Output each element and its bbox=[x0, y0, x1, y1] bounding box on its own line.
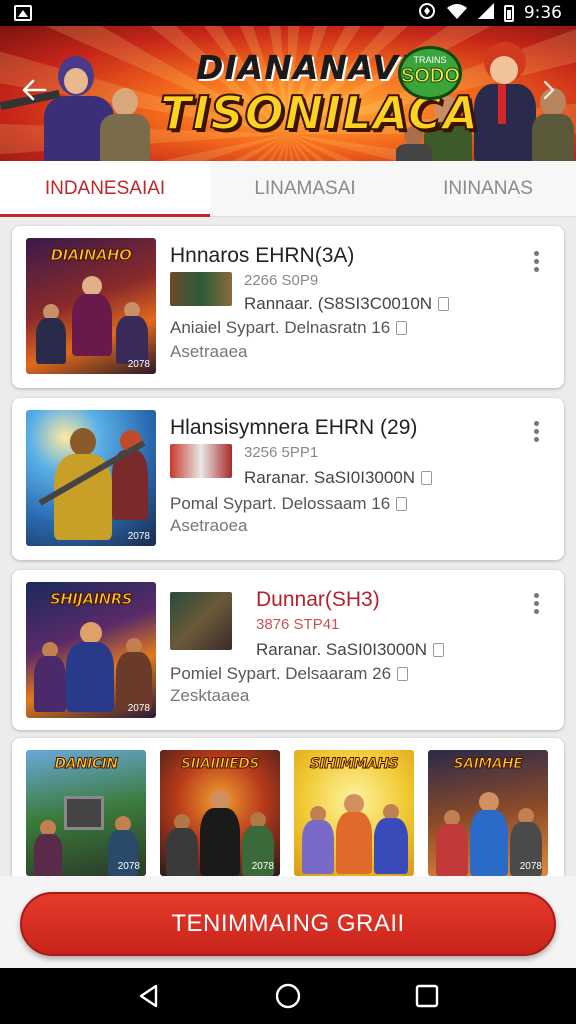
banner-badge-label: TRAINS bbox=[413, 55, 447, 65]
nav-back-button[interactable] bbox=[127, 974, 171, 1018]
mini-thumbnail bbox=[170, 272, 232, 306]
banner-badge: TRAINS SODO bbox=[398, 46, 462, 100]
copy-icon[interactable] bbox=[396, 321, 408, 335]
primary-action-button[interactable]: TENIMMAING GRAII bbox=[20, 892, 556, 956]
category-tabs: INDANESAIAI LINAMASAI ININANAS bbox=[0, 161, 576, 217]
thumbnail-title: DIAINAHO bbox=[50, 246, 132, 265]
tab-1[interactable]: INDANESAIAI bbox=[0, 161, 210, 217]
card-title: Hnnaros EHRN(3A) bbox=[170, 244, 355, 267]
grid-item-title: SAIMAHE bbox=[453, 756, 523, 773]
game-thumbnail: DIAINAHO 2078 bbox=[26, 238, 156, 374]
card-meta-id: Rannaar. (S8SI3C0010N bbox=[244, 294, 450, 314]
status-bar: 9:36 bbox=[0, 0, 576, 26]
grid-item[interactable]: SIHIMMAHS bbox=[294, 750, 414, 876]
card-meta-id: Raranar. SaSI0I3000N bbox=[256, 640, 445, 660]
chevron-right-icon bbox=[543, 80, 555, 100]
list-item[interactable]: 2078 Hlansisymnera EHRN (29) 3256 5PP1 R… bbox=[12, 398, 564, 560]
copy-icon[interactable] bbox=[421, 471, 433, 485]
wifi-icon bbox=[446, 3, 468, 24]
nav-home-icon bbox=[275, 983, 301, 1009]
list-item[interactable]: DIAINAHO 2078 Hnnaros EHRN(3A) 2266 S0P9… bbox=[12, 226, 564, 388]
next-banner-button[interactable] bbox=[534, 70, 564, 110]
header-banner: DIANANAVI TISONILACA TRAINS SODO bbox=[0, 26, 576, 161]
signal-icon bbox=[477, 2, 494, 24]
tab-2[interactable]: LINAMASAI bbox=[210, 161, 400, 216]
grid-item-title: SIHIMMAHS bbox=[309, 756, 399, 773]
app-screen: 9:36 DIANANAVI TISONILACA TRAINS SODO IN… bbox=[0, 0, 576, 1024]
grid-item[interactable]: SAIMAHE 2078 bbox=[428, 750, 548, 876]
banner-title-top: DIANANAVI bbox=[196, 48, 413, 87]
card-meta-size: 3876 STP41 bbox=[256, 616, 340, 633]
mini-thumbnail bbox=[170, 592, 232, 650]
back-button[interactable] bbox=[14, 70, 54, 110]
grid-item-title: DANICIN bbox=[54, 756, 119, 773]
list-item[interactable]: SHIJAINRS 2078 Dunnar(SH3) 3876 STP41 Ra… bbox=[12, 570, 564, 730]
nav-recents-icon bbox=[415, 984, 438, 1008]
game-thumbnail: 2078 bbox=[26, 410, 156, 546]
copy-icon[interactable] bbox=[438, 297, 450, 311]
tab-3[interactable]: ININANAS bbox=[400, 161, 576, 216]
copy-icon[interactable] bbox=[397, 667, 409, 681]
copy-icon[interactable] bbox=[433, 643, 445, 657]
thumbnail-title: SHIJAINRS bbox=[49, 590, 133, 609]
game-thumbnail: SHIJAINRS 2078 bbox=[26, 582, 156, 718]
thumbnail-year: 2078 bbox=[127, 703, 150, 714]
card-meta-support: Aniaiel Sypart. Delnasratn 16 bbox=[170, 318, 408, 338]
banner-hero-left-2 bbox=[96, 88, 156, 161]
more-options-icon[interactable] bbox=[524, 416, 548, 446]
data-saver-icon bbox=[418, 2, 436, 25]
back-arrow-icon bbox=[22, 79, 47, 101]
card-meta-category: Zesktaaea bbox=[170, 686, 250, 705]
thumbnail-year: 2078 bbox=[127, 359, 150, 370]
card-meta-size: 2266 S0P9 bbox=[244, 272, 319, 289]
more-options-icon[interactable] bbox=[524, 246, 548, 276]
card-meta-size: 3256 5PP1 bbox=[244, 444, 319, 461]
card-meta-category: Asetraaea bbox=[170, 342, 248, 361]
system-nav-bar bbox=[0, 968, 576, 1024]
grid-item-year: 2078 bbox=[251, 861, 274, 872]
card-title: Dunnar(SH3) bbox=[256, 588, 380, 611]
more-options-icon[interactable] bbox=[524, 588, 548, 618]
nav-recents-button[interactable] bbox=[405, 974, 449, 1018]
nav-home-button[interactable] bbox=[266, 974, 310, 1018]
mini-thumbnail bbox=[170, 444, 232, 478]
card-meta-id: Raranar. SaSI0I3000N bbox=[244, 468, 433, 488]
card-meta-support: Pomal Sypart. Delossaam 16 bbox=[170, 494, 408, 514]
gallery-icon bbox=[14, 5, 32, 21]
grid-item[interactable]: SIIAIIIIEDS 2078 bbox=[160, 750, 280, 876]
status-icons: 9:36 bbox=[418, 2, 562, 25]
card-meta-support: Pomiel Sypart. Delsaaram 26 bbox=[170, 664, 409, 684]
grid-item[interactable]: DANICIN 2078 bbox=[26, 750, 146, 876]
thumbnail-year: 2078 bbox=[127, 531, 150, 542]
grid-item-year: 2078 bbox=[519, 861, 542, 872]
card-title: Hlansisymnera EHRN (29) bbox=[170, 416, 418, 439]
grid-item-year: 2078 bbox=[117, 861, 140, 872]
nav-back-icon bbox=[140, 984, 158, 1008]
battery-icon bbox=[503, 4, 514, 22]
grid-item-title: SIIAIIIIEDS bbox=[181, 756, 260, 773]
status-time: 9:36 bbox=[523, 3, 562, 23]
copy-icon[interactable] bbox=[396, 497, 408, 511]
game-grid: DANICIN 2078 SIIAIIIIEDS 2078 SIHIMMAHS … bbox=[12, 738, 564, 888]
card-meta-category: Asetraoea bbox=[170, 516, 248, 535]
bottom-action-area: TENIMMAING GRAII bbox=[0, 876, 576, 968]
banner-badge-value: SODO bbox=[401, 65, 461, 88]
